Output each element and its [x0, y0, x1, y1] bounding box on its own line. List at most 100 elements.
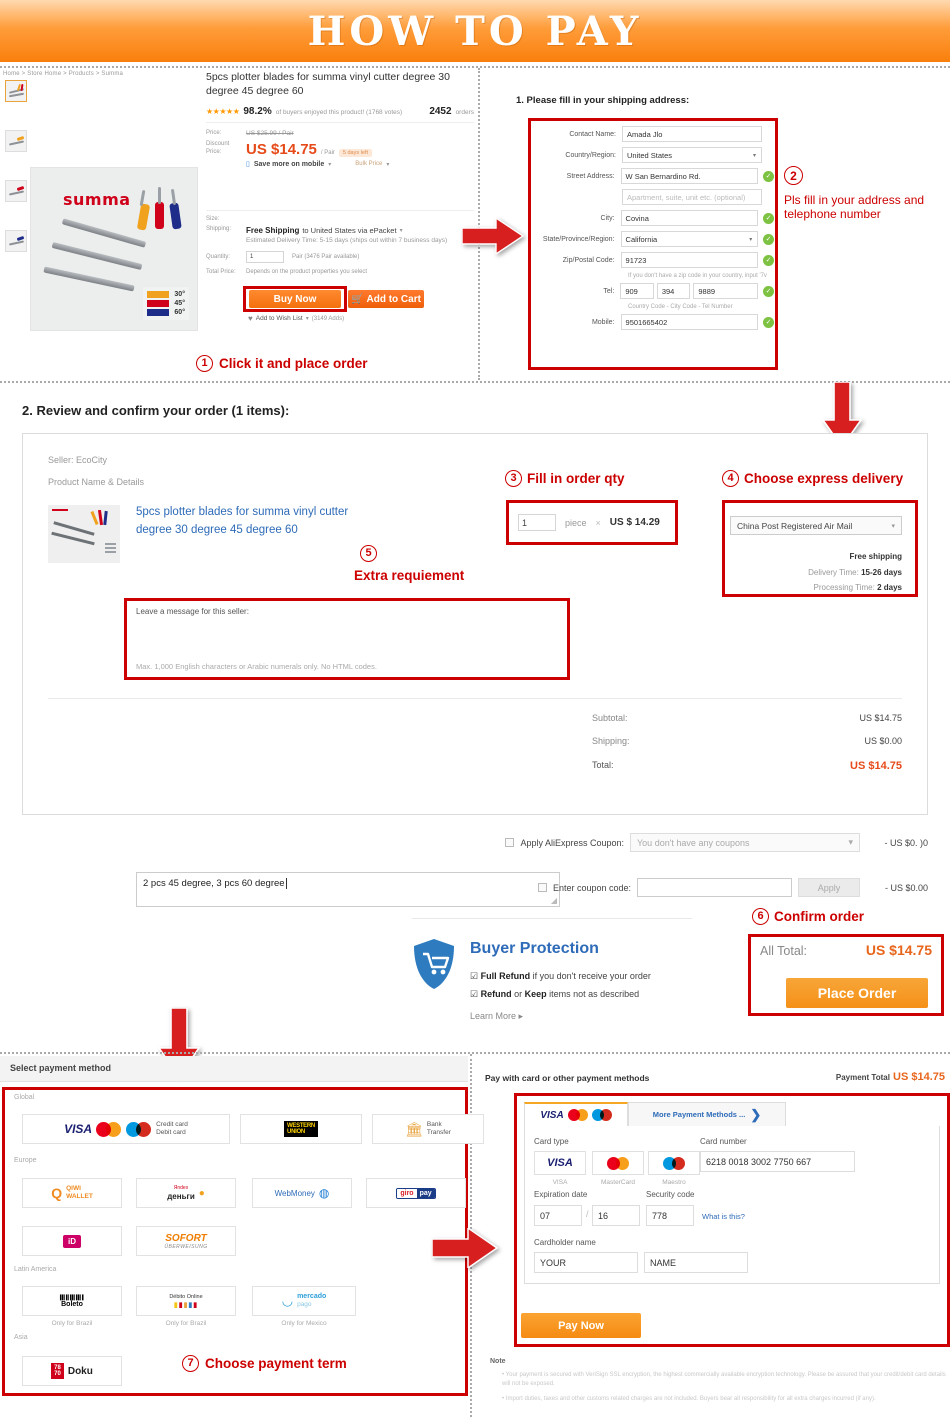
product-thumbnail-2[interactable] — [5, 130, 27, 152]
city-input[interactable]: Covina — [620, 210, 759, 226]
payment-tile-webmoney[interactable]: WebMoney ◍ — [252, 1178, 352, 1208]
annotation-5-number: 5 — [360, 545, 377, 562]
annotation-4: 4 Choose express delivery — [722, 470, 903, 487]
zip-hint: If you don't have a zip code in your cou… — [628, 273, 767, 279]
boleto-label: Boleto — [61, 1300, 83, 1308]
mastercard-icon — [607, 1156, 629, 1170]
payment-tile-ideal[interactable]: iD — [22, 1226, 122, 1256]
zip-postal-input[interactable]: 91723 — [620, 252, 759, 268]
bulk-price-link[interactable]: Bulk Price — [355, 161, 382, 167]
annotation-2-text-line2: telephone number — [784, 207, 881, 221]
payment-tile-western-union[interactable]: WESTERN UNION — [240, 1114, 362, 1144]
product-main-image[interactable]: summa 30° 45° 60° — [30, 167, 198, 331]
mobile-input[interactable]: 9501665402 — [620, 314, 759, 330]
add-to-cart-label: Add to Cart — [366, 293, 421, 305]
wish-list-row[interactable]: ♥ Add to Wish List ▾ (3149 Adds) — [248, 314, 344, 323]
apartment-input[interactable]: Apartment, suite, unit etc. (optional) — [622, 189, 762, 205]
total-value: US $14.75 — [859, 713, 902, 723]
buyer-protection-item-2: ☑ Refund or Keep items not as described — [470, 989, 639, 1000]
street-address-input[interactable]: W San Bernardino Rd. — [620, 168, 759, 184]
add-to-cart-button[interactable]: 🛒 Add to Cart — [348, 290, 424, 308]
card-type-maestro[interactable] — [648, 1151, 700, 1175]
learn-more-link[interactable]: Learn More ▸ — [470, 1011, 523, 1022]
shipping-method-select[interactable]: China Post Registered Air Mail ▾ — [730, 516, 902, 535]
payment-tile-credit-debit-card[interactable]: VISA Credit card Debit card — [22, 1114, 230, 1144]
valid-check-icon: ✓ — [763, 233, 774, 245]
cardholder-first-name-input[interactable]: YOUR — [534, 1252, 638, 1273]
card-number-label: Card number — [700, 1137, 747, 1146]
mobile-save-link[interactable]: Save more on mobile — [254, 161, 324, 168]
expiration-month-input[interactable]: 07 — [534, 1205, 582, 1226]
field-label: Tel: — [603, 287, 615, 295]
coupon-aliexpress-select[interactable]: You don't have any coupons ▾ — [630, 833, 860, 852]
ideal-icon: iD — [63, 1234, 81, 1248]
tel-number-input[interactable]: 9889 — [693, 283, 759, 299]
country-region-select[interactable]: United States ▾ — [622, 147, 762, 163]
place-order-button[interactable]: Place Order — [786, 978, 928, 1008]
order-product-link[interactable]: 5pcs plotter blades for summa vinyl cutt… — [136, 504, 364, 540]
security-code-help-link[interactable]: What is this? — [702, 1212, 745, 1221]
total-key: Total: — [592, 760, 614, 770]
field-label: Contact Name: — [569, 130, 616, 138]
legend-item: 45° — [147, 300, 185, 307]
more-payment-methods-label: More Payment Methods ... — [652, 1110, 746, 1119]
western-union-icon: WESTERN UNION — [284, 1121, 318, 1137]
cardholder-last-name-input[interactable]: NAME — [644, 1252, 748, 1273]
price-original: US $25.99 / Pair — [246, 130, 294, 138]
card-tile-caption: Credit card Debit card — [156, 1121, 188, 1137]
free-shipping-text: Free shipping — [849, 552, 902, 561]
payment-tile-debito-online[interactable]: Débito Online ▮▮▮▮▮ — [136, 1286, 236, 1316]
address-heading: 1. Please fill in your shipping address: — [516, 95, 690, 106]
product-thumbnail-3[interactable] — [5, 180, 27, 202]
address-form: Contact Name: Amada Jlo Country/Region: … — [534, 126, 774, 335]
buy-now-button[interactable]: Buy Now — [249, 290, 341, 308]
card-type-visa[interactable]: VISA — [534, 1151, 586, 1175]
order-qty-input[interactable]: 1 — [518, 514, 556, 531]
check-icon: ☑ — [470, 989, 479, 999]
contact-name-input[interactable]: Amada Jlo — [622, 126, 762, 142]
security-code-input[interactable]: 778 — [646, 1205, 694, 1226]
payment-tile-mercado-pago[interactable]: ◡ mercado pago — [252, 1286, 356, 1316]
expiration-year-input[interactable]: 16 — [592, 1205, 640, 1226]
bank-transfer-caption: Bank Transfer — [426, 1120, 451, 1136]
payment-tile-bank-transfer[interactable]: 🏛 Bank Transfer — [372, 1114, 484, 1144]
card-type-label: Card type — [534, 1137, 569, 1146]
card-tab-selected[interactable]: VISA — [524, 1102, 628, 1127]
order-totals-divider — [48, 698, 902, 699]
legend-label: 60° — [174, 309, 185, 316]
order-qty-times: × — [595, 517, 601, 528]
processing-time-line: Processing Time: 2 days — [730, 583, 903, 592]
tel-city-code-input[interactable]: 394 — [656, 283, 691, 299]
product-thumbnail-1[interactable] — [5, 80, 27, 102]
coupon-code-input[interactable] — [637, 878, 792, 897]
payment-tile-sofort[interactable]: SOFORT ÜBERWEISUNG — [136, 1226, 236, 1256]
more-payment-methods-tab[interactable]: More Payment Methods ... ❯ — [628, 1102, 786, 1127]
blade-angle-legend: 30° 45° 60° — [143, 287, 189, 320]
payment-tile-yandex-money[interactable]: Яndex деньги ● — [136, 1178, 236, 1208]
payment-tile-doku[interactable]: 78 70 Doku — [22, 1356, 122, 1386]
field-city: City: Covina ✓ — [534, 210, 774, 226]
card-type-mastercard[interactable] — [592, 1151, 644, 1175]
state-province-select[interactable]: California ▾ — [620, 231, 759, 247]
tel-country-code-input[interactable]: 909 — [620, 283, 654, 299]
coupon-code-checkbox[interactable] — [537, 883, 547, 892]
resize-handle[interactable]: ◢ — [551, 896, 557, 905]
card-number-input[interactable]: 6218 0018 3002 7750 667 — [700, 1151, 855, 1172]
payment-tile-giropay[interactable]: giro pay — [366, 1178, 466, 1208]
annotation-1: 1 Click it and place order — [196, 355, 368, 372]
product-thumbnail-4[interactable] — [5, 230, 27, 252]
quantity-input[interactable]: 1 — [246, 251, 284, 264]
rating-text: of buyers enjoyed this product! (1768 vo… — [275, 109, 403, 117]
discount-price-label: Discount Price: — [206, 141, 230, 155]
coupon-aliexpress-checkbox[interactable] — [505, 838, 515, 847]
visa-icon: VISA — [547, 1157, 573, 1169]
coupon-apply-button[interactable]: Apply — [798, 878, 860, 897]
bank-icon: 🏛 — [405, 1120, 423, 1137]
payment-tile-qiwi-wallet[interactable]: Q QIWI WALLET — [22, 1178, 122, 1208]
mastercard-icon — [567, 1109, 588, 1121]
bp-item1-rest: if you don't receive your order — [530, 971, 651, 981]
pay-now-button[interactable]: Pay Now — [521, 1313, 641, 1338]
mobile-icon: ▯ — [246, 161, 250, 169]
shipping-caret-icon[interactable]: ▾ — [400, 227, 403, 234]
payment-tile-boleto[interactable]: ▌▌▎▌▎▌▌▎▌▌▎▌ Boleto — [22, 1286, 122, 1316]
